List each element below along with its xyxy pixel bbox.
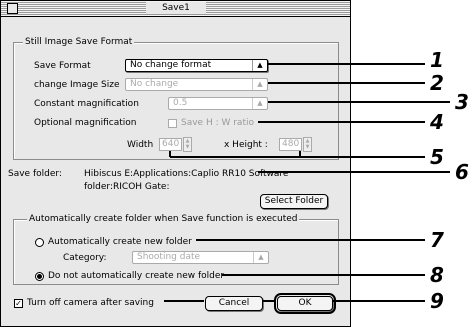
callout-6: 6 [455,160,469,184]
callout-8: 8 [430,263,444,287]
callout-4: 4 [430,110,444,134]
callout-1: 1 [430,48,444,72]
callout-9: 9 [430,289,444,313]
callout-2: 2 [430,71,444,95]
callout-lines [164,63,450,302]
callout-3: 3 [455,90,469,114]
callout-5: 5 [430,145,444,169]
callout-7: 7 [430,228,444,252]
